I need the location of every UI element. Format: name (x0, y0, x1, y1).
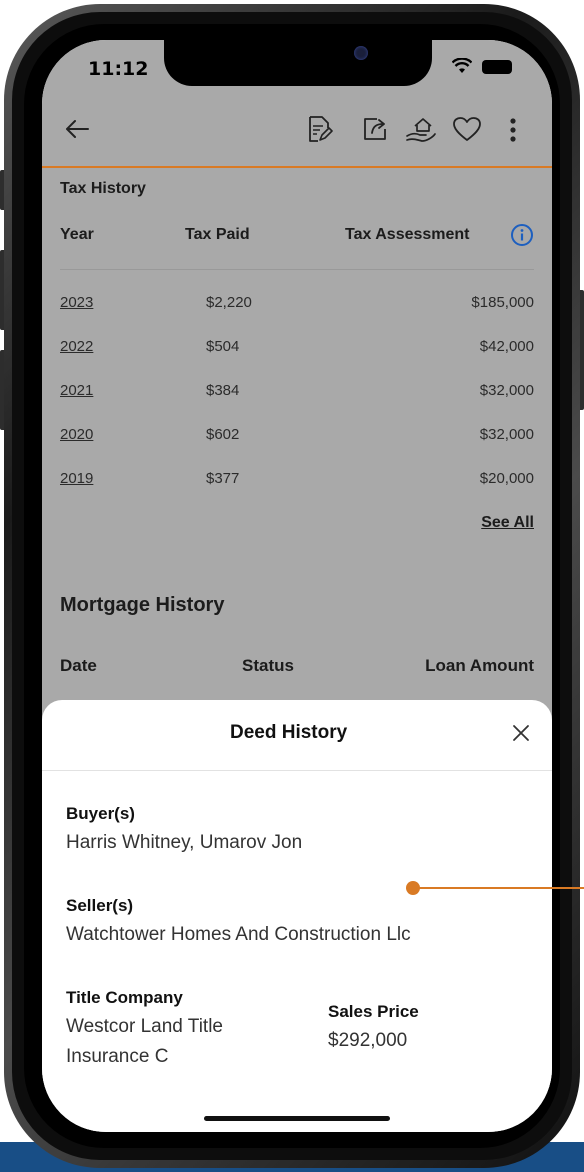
buyers-label: Buyer(s) (66, 804, 135, 823)
sales-price-value: $292,000 (328, 1030, 408, 1051)
tax-row-tax-assessment: $185,000 (471, 294, 534, 311)
tax-row-tax-assessment: $32,000 (479, 382, 534, 399)
tax-row-tax-assessment: $20,000 (479, 470, 534, 487)
tax-row-tax-paid: $602 (206, 426, 240, 443)
battery-icon (482, 60, 512, 74)
mortgage-history-title: Mortgage History (60, 594, 225, 616)
sellers-value: Watchtower Homes And Construction Llc (66, 924, 411, 945)
arrow-left-icon[interactable] (64, 118, 90, 140)
title-company-label: Title Company (66, 988, 183, 1007)
tax-row-tax-paid: $384 (206, 382, 240, 399)
home-indicator[interactable] (204, 1116, 390, 1121)
phone-screen: 11:12 Tax History Year Tax Paid Tax Asse… (42, 40, 552, 1132)
heart-icon[interactable] (452, 116, 482, 142)
share-icon[interactable] (360, 114, 390, 144)
see-all-link[interactable]: See All (481, 514, 534, 532)
close-icon[interactable] (512, 724, 530, 742)
app-bar (42, 96, 552, 168)
mortgage-col-status: Status (242, 656, 294, 675)
info-icon[interactable] (510, 223, 534, 247)
sellers-label: Seller(s) (66, 896, 134, 915)
callout-pointer-line (412, 887, 584, 889)
tax-col-year: Year (60, 226, 94, 243)
tax-row-tax-assessment: $42,000 (479, 338, 534, 355)
tax-header-divider (60, 269, 534, 270)
tax-row-tax-assessment: $32,000 (479, 426, 534, 443)
tax-row-year-link[interactable]: 2023 (60, 294, 93, 311)
tax-row-year-link[interactable]: 2020 (60, 426, 93, 443)
buyers-value: Harris Whitney, Umarov Jon (66, 832, 303, 853)
phone-notch (164, 40, 432, 86)
camera-icon (354, 46, 368, 60)
deed-history-sheet: Deed History Buyer(s) Harris Whitney, Um… (42, 700, 552, 1132)
sheet-header-divider (42, 770, 552, 771)
deed-history-title: Deed History (230, 722, 348, 743)
tax-history-title: Tax History (60, 180, 146, 197)
tax-row-tax-paid: $377 (206, 470, 240, 487)
tax-row-tax-paid: $2,220 (206, 294, 252, 311)
title-company-value-line1: Westcor Land Title (66, 1016, 224, 1037)
hand-home-icon[interactable] (404, 114, 438, 144)
tax-row-year-link[interactable]: 2021 (60, 382, 93, 399)
tax-col-tax-paid: Tax Paid (185, 226, 250, 243)
edit-document-icon[interactable] (304, 114, 334, 144)
more-vertical-icon[interactable] (508, 116, 518, 144)
tax-row-year-link[interactable]: 2022 (60, 338, 93, 355)
status-bar: 11:12 (42, 40, 552, 96)
callout-pointer-dot (406, 881, 420, 895)
wifi-icon (452, 58, 472, 73)
tax-col-tax-assessment: Tax Assessment (345, 226, 470, 243)
sales-price-label: Sales Price (328, 1002, 419, 1021)
tax-row-tax-paid: $504 (206, 338, 240, 355)
mortgage-col-date: Date (60, 656, 97, 675)
status-time: 11:12 (88, 58, 149, 80)
mortgage-col-loan-amount: Loan Amount (425, 656, 534, 675)
title-company-value-line2: Insurance C (66, 1046, 169, 1067)
tax-row-year-link[interactable]: 2019 (60, 470, 93, 487)
